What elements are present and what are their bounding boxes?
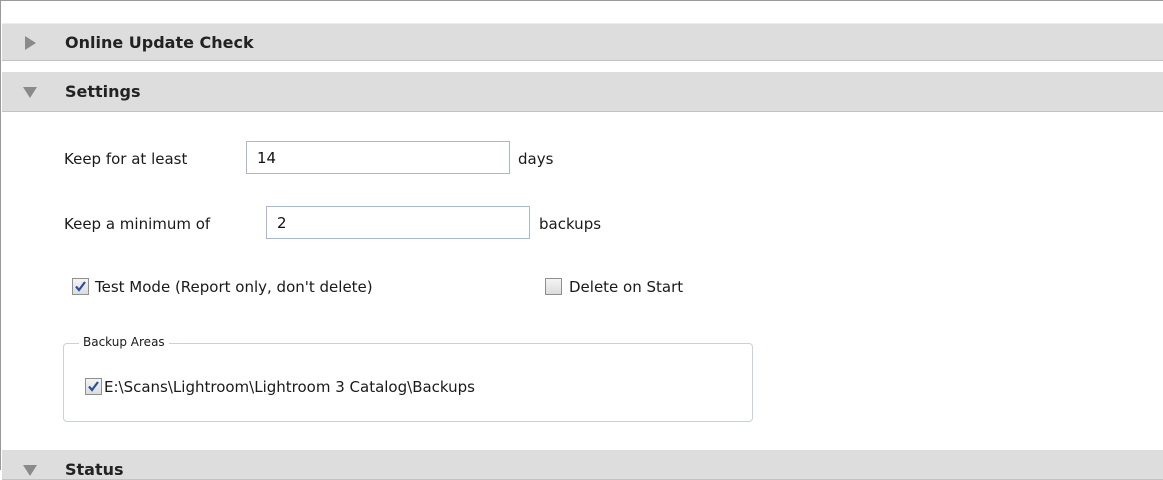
- backup-areas-legend: Backup Areas: [79, 335, 169, 349]
- triangle-right-icon: [25, 36, 36, 50]
- test-mode-label[interactable]: Test Mode (Report only, don't delete): [95, 278, 373, 296]
- keep-min-suffix: backups: [539, 215, 602, 233]
- delete-on-start-checkbox[interactable]: [545, 278, 562, 295]
- keep-min-input[interactable]: [266, 206, 530, 239]
- backup-area-path[interactable]: E:\Scans\Lightroom\Lightroom 3 Catalog\B…: [104, 378, 475, 396]
- section-title-online-update: Online Update Check: [65, 33, 254, 52]
- test-mode-checkbox[interactable]: [72, 278, 89, 295]
- triangle-down-icon: [23, 87, 37, 98]
- section-header-status[interactable]: Status: [2, 450, 1163, 480]
- keep-days-label: Keep for at least: [64, 150, 188, 168]
- section-divider: [2, 62, 1163, 71]
- app-panel: Online Update Check Settings Keep for at…: [0, 0, 1163, 480]
- section-title-settings: Settings: [65, 82, 141, 101]
- delete-on-start-label[interactable]: Delete on Start: [569, 278, 683, 296]
- keep-days-input[interactable]: [246, 141, 510, 174]
- section-header-online-update[interactable]: Online Update Check: [2, 23, 1163, 61]
- checkmark-icon: [88, 381, 99, 392]
- section-header-settings[interactable]: Settings: [2, 72, 1163, 112]
- checkmark-icon: [75, 281, 86, 292]
- backup-area-checkbox[interactable]: [85, 378, 102, 395]
- keep-min-label: Keep a minimum of: [64, 215, 211, 233]
- triangle-down-icon: [23, 465, 37, 476]
- keep-days-suffix: days: [518, 150, 554, 168]
